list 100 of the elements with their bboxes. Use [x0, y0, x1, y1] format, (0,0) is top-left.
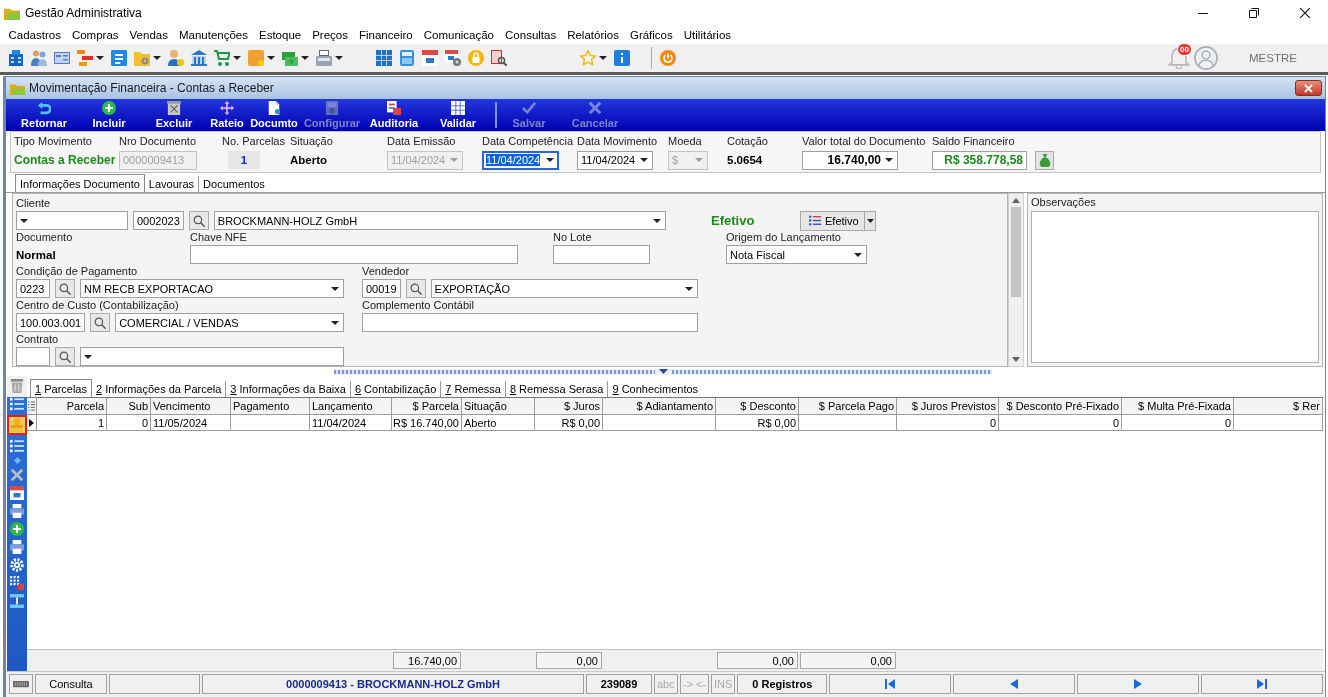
next-record-button[interactable]	[1077, 674, 1200, 694]
menu-item[interactable]: Preços	[306, 26, 354, 44]
dropdown-field[interactable]: COMERCIAL / VENDAS	[115, 313, 344, 332]
star-icon[interactable]	[580, 50, 596, 66]
calendar-icon[interactable]	[422, 50, 438, 66]
building-icon[interactable]	[8, 50, 24, 66]
toolbar-button[interactable]: Auditoria	[367, 99, 421, 131]
dropdown-field[interactable]: NM RECB EXPORTACAO	[80, 279, 344, 298]
person-icon[interactable]	[168, 50, 184, 66]
caret-icon[interactable]	[96, 56, 104, 60]
document-icon[interactable]	[111, 50, 127, 66]
people-icon[interactable]	[31, 50, 47, 66]
tab[interactable]: Lavouras	[144, 176, 199, 192]
code-field[interactable]: 0002023	[133, 211, 184, 230]
column-header[interactable]: Pagamento	[231, 398, 310, 415]
tab[interactable]: Documentos	[198, 176, 269, 192]
toolbar-button[interactable]: Rateio	[203, 99, 251, 131]
balance-button[interactable]	[1035, 150, 1054, 170]
dropdown-field[interactable]: 16.740,00	[802, 150, 898, 170]
grid-icon[interactable]	[10, 576, 24, 590]
code-field[interactable]: 00019	[362, 279, 401, 298]
toolbar-button[interactable]: Incluir	[73, 99, 145, 131]
coins-icon[interactable]	[7, 415, 27, 435]
calculator-icon[interactable]	[399, 50, 415, 66]
column-header[interactable]: $ Juros Previstos	[897, 398, 999, 415]
menu-item[interactable]: Estoque	[253, 26, 307, 44]
bars-icon[interactable]	[77, 50, 93, 66]
menu-item[interactable]: Utilitários	[678, 26, 737, 44]
printer-icon[interactable]	[10, 504, 24, 518]
notes-field[interactable]	[1031, 211, 1319, 363]
tab[interactable]: 2 Informações da Parcela	[92, 381, 226, 397]
menu-item[interactable]: Manutenções	[173, 26, 254, 44]
first-record-button[interactable]	[829, 674, 952, 694]
search-button[interactable]	[55, 279, 75, 298]
splitter-bar[interactable]	[334, 368, 992, 375]
search-button[interactable]	[405, 279, 426, 298]
toolbar-button[interactable]: Validar	[421, 99, 495, 131]
column-header[interactable]: $ Adiantamento	[603, 398, 716, 415]
menu-item[interactable]: Gráficos	[624, 26, 679, 44]
column-header[interactable]: $ Rer	[1234, 398, 1323, 415]
columns-icon[interactable]	[28, 401, 35, 411]
report-search-icon[interactable]	[491, 50, 507, 66]
dropdown-field[interactable]: 11/04/2024	[577, 150, 653, 170]
scrollbar-thumb[interactable]	[1011, 207, 1021, 297]
spreadsheet-icon[interactable]	[376, 50, 392, 66]
tab[interactable]: 1 Parcelas	[30, 379, 92, 397]
caret-icon[interactable]	[233, 56, 241, 60]
scrollbar[interactable]	[1008, 193, 1024, 367]
search-button[interactable]	[90, 313, 111, 332]
trash-icon[interactable]	[10, 379, 24, 393]
dropdown-field[interactable]: BROCKMANN-HOLZ GmbH	[213, 211, 666, 230]
caret-icon[interactable]	[599, 56, 607, 60]
code-field[interactable]: 100.003.001	[16, 313, 86, 332]
calendar-icon[interactable]	[10, 486, 24, 500]
bank-icon[interactable]	[191, 50, 207, 66]
close-button[interactable]	[1295, 80, 1322, 96]
code-field[interactable]	[16, 347, 50, 366]
menu-item[interactable]: Financeiro	[353, 26, 419, 44]
previous-record-button[interactable]	[953, 674, 1076, 694]
info-icon[interactable]	[614, 50, 630, 66]
dropdown-field[interactable]: EXPORTAÇÃO	[430, 279, 698, 298]
caret-icon[interactable]	[301, 56, 309, 60]
menu-item[interactable]: Compras	[66, 26, 125, 44]
dropdown-field[interactable]	[16, 211, 128, 230]
column-header[interactable]: $ Parcela	[392, 398, 462, 415]
column-header[interactable]: $ Juros	[535, 398, 603, 415]
rows-icon[interactable]	[10, 594, 24, 608]
menu-item[interactable]: Consultas	[499, 26, 562, 44]
column-header[interactable]: Situação	[462, 398, 535, 415]
status-menu-button[interactable]: Efetivo	[800, 210, 876, 231]
menu-item[interactable]: Vendas	[124, 26, 174, 44]
code-field[interactable]: 0223	[16, 279, 50, 298]
input-field[interactable]	[362, 313, 698, 332]
power-icon[interactable]	[660, 50, 676, 66]
gear-icon[interactable]	[10, 558, 24, 572]
tab[interactable]: Informações Documento	[15, 174, 145, 192]
column-header[interactable]: $ Multa Pré-Fixada	[1122, 398, 1234, 415]
cross-icon[interactable]	[10, 468, 24, 482]
menu-item[interactable]: Cadastros	[3, 26, 67, 44]
column-header[interactable]: $ Desconto Pré-Fixado	[999, 398, 1122, 415]
input-field[interactable]	[190, 245, 518, 264]
menu-item[interactable]: Relatórios	[561, 26, 625, 44]
printer-icon[interactable]	[10, 540, 24, 554]
list-icon[interactable]	[10, 439, 24, 453]
input-field[interactable]	[553, 245, 650, 264]
diamond-icon[interactable]	[13, 457, 21, 464]
dropdown-field[interactable]	[80, 347, 344, 366]
cash-register-icon[interactable]	[316, 50, 332, 66]
column-header[interactable]: $ Parcela Pago	[799, 398, 897, 415]
caret-icon[interactable]	[335, 56, 343, 60]
column-header[interactable]: Vencimento	[151, 398, 231, 415]
card-icon[interactable]	[54, 50, 70, 66]
column-header[interactable]: Sub	[107, 398, 151, 415]
calendar-gear-icon[interactable]	[445, 50, 461, 66]
dropdown-field[interactable]: 11/04/2024	[482, 150, 559, 170]
last-record-button[interactable]	[1201, 674, 1323, 694]
bell-icon[interactable]	[1168, 47, 1190, 69]
list-icon[interactable]	[10, 397, 24, 411]
column-header[interactable]: Parcela	[37, 398, 107, 415]
caret-icon[interactable]	[153, 56, 161, 60]
